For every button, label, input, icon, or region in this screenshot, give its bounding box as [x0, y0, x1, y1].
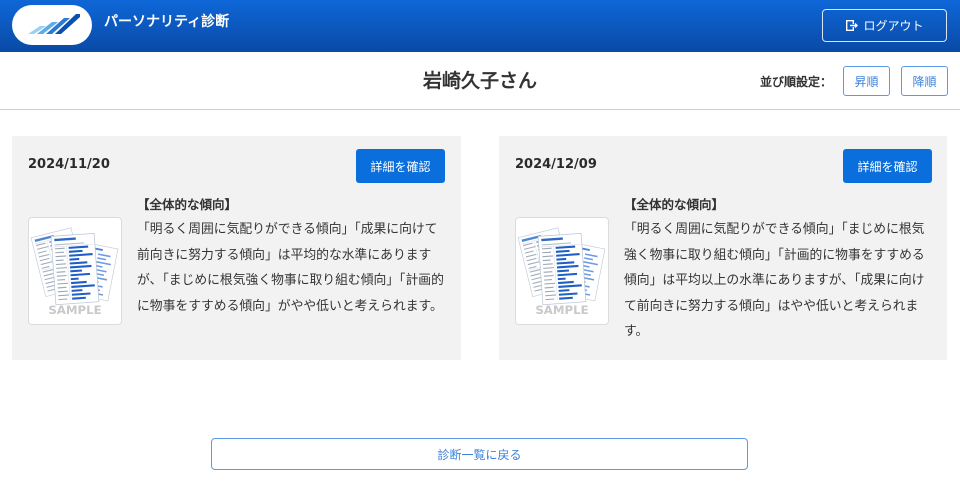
logout-button[interactable]: ログアウト [822, 9, 947, 42]
report-thumbnail: SAMPLE [515, 217, 609, 325]
sample-report-thumbnail-icon: SAMPLE [516, 218, 608, 317]
view-details-button[interactable]: 詳細を確認 [356, 149, 445, 183]
section-heading: 【全体的な傾向】 [137, 197, 238, 212]
result-card: 2024/12/09 詳細を確認 【全体的な傾向】 SAMPLE 「明るく周囲に… [499, 136, 947, 360]
divider [0, 109, 960, 110]
result-summary: 「明るく周囲に気配りができる傾向」「成果に向けて前向きに努力する傾向」は平均的な… [137, 222, 444, 314]
report-pages-art [518, 228, 605, 305]
result-summary: 「明るく周囲に気配りができる傾向」「まじめに根気強く物事に取り組む傾向」「計画的… [624, 222, 925, 339]
sample-watermark: SAMPLE [48, 303, 101, 317]
sort-ascending-button[interactable]: 昇順 [843, 66, 890, 96]
app-logo [12, 5, 92, 45]
view-details-button[interactable]: 詳細を確認 [843, 149, 932, 183]
result-card: 2024/11/20 詳細を確認 【全体的な傾向】 SAMPLE 「明るく周囲に… [12, 136, 461, 360]
stripes-logo-icon [28, 14, 80, 34]
sort-descending-button[interactable]: 降順 [901, 66, 948, 96]
logout-label: ログアウト [863, 18, 924, 33]
section-heading: 【全体的な傾向】 [624, 197, 725, 212]
sample-watermark: SAMPLE [535, 303, 588, 317]
report-pages-art [31, 228, 118, 305]
sample-report-thumbnail-icon: SAMPLE [29, 218, 121, 317]
result-date: 2024/12/09 [515, 157, 597, 172]
app-header: パーソナリティ診断 ログアウト [0, 0, 960, 52]
sort-order-label: 並び順設定： [759, 75, 832, 89]
result-date: 2024/11/20 [28, 157, 110, 172]
report-thumbnail: SAMPLE [28, 217, 122, 325]
back-to-list-button[interactable]: 診断一覧に戻る [211, 438, 748, 470]
app-title: パーソナリティ診断 [104, 14, 230, 30]
logout-icon [846, 20, 859, 31]
